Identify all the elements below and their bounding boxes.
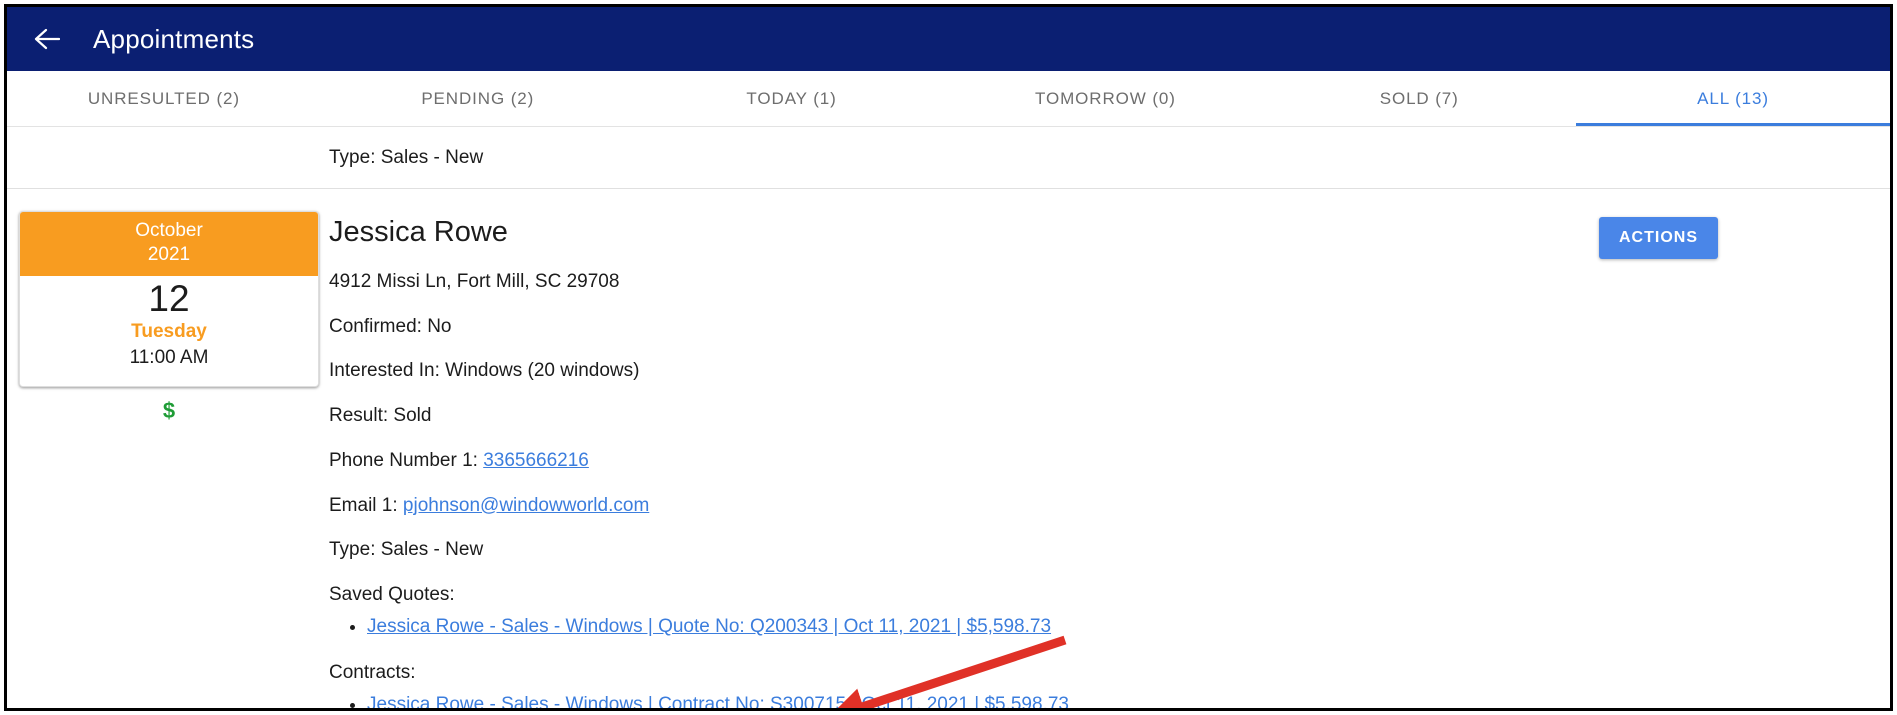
date-card-body: 12 Tuesday 11:00 AM bbox=[20, 275, 318, 386]
appointments-window: Appointments UNRESULTED (2) PENDING (2) … bbox=[4, 4, 1893, 711]
customer-address: 4912 Missi Ln, Fort Mill, SC 29708 bbox=[329, 270, 620, 292]
tab-tomorrow[interactable]: TOMORROW (0) bbox=[948, 71, 1262, 126]
phone-number-row: Phone Number 1: 3365666216 bbox=[329, 449, 1575, 473]
phone-number-link[interactable]: 3365666216 bbox=[483, 450, 589, 471]
contracts-list: Jessica Rowe - Sales - Windows | Contrac… bbox=[329, 691, 1575, 708]
list-item: Jessica Rowe - Sales - Windows | Contrac… bbox=[367, 691, 1575, 708]
saved-quote-link[interactable]: Jessica Rowe - Sales - Windows | Quote N… bbox=[367, 616, 1051, 637]
tab-sold[interactable]: SOLD (7) bbox=[1262, 71, 1576, 126]
dollar-icon[interactable]: $ bbox=[19, 398, 319, 424]
appointment-type: Type: Sales - New bbox=[329, 539, 484, 561]
previous-appointment-type: Type: Sales - New bbox=[7, 127, 1890, 189]
date-time: 11:00 AM bbox=[129, 346, 209, 368]
appointment-row: October 2021 12 Tuesday 11:00 AM $ Jessi… bbox=[7, 189, 1890, 708]
page-title: Appointments bbox=[93, 23, 255, 54]
email-link[interactable]: pjohnson@windowworld.com bbox=[403, 495, 649, 516]
date-year: 2021 bbox=[147, 243, 191, 265]
back-button[interactable] bbox=[25, 17, 69, 61]
app-header: Appointments bbox=[7, 7, 1890, 71]
result-status: Result: Sold bbox=[329, 405, 432, 427]
email-label: Email 1: bbox=[329, 494, 403, 516]
contracts-label: Contracts: bbox=[329, 662, 416, 684]
saved-quotes-label: Saved Quotes: bbox=[329, 584, 455, 606]
contract-link[interactable]: Jessica Rowe - Sales - Windows | Contrac… bbox=[367, 694, 1069, 708]
confirmed-status: Confirmed: No bbox=[329, 315, 452, 337]
date-day: 12 bbox=[148, 277, 190, 319]
date-card[interactable]: October 2021 12 Tuesday 11:00 AM bbox=[19, 211, 319, 387]
interested-in: Interested In: Windows (20 windows) bbox=[329, 360, 640, 382]
email-row: Email 1: pjohnson@windowworld.com bbox=[329, 494, 1575, 518]
actions-button[interactable]: ACTIONS bbox=[1599, 217, 1718, 259]
appointment-details: Jessica Rowe 4912 Missi Ln, Fort Mill, S… bbox=[329, 211, 1599, 708]
date-card-header: October 2021 bbox=[20, 212, 318, 276]
saved-quotes-list: Jessica Rowe - Sales - Windows | Quote N… bbox=[329, 613, 1575, 641]
tab-all[interactable]: ALL (13) bbox=[1576, 71, 1890, 126]
arrow-left-icon bbox=[34, 28, 60, 50]
customer-name: Jessica Rowe bbox=[329, 216, 508, 248]
previous-appointment-type-label: Type: Sales - New bbox=[329, 146, 484, 168]
tab-bar: UNRESULTED (2) PENDING (2) TODAY (1) TOM… bbox=[7, 71, 1890, 127]
appointment-date-column: October 2021 12 Tuesday 11:00 AM $ bbox=[7, 211, 329, 708]
tab-unresulted[interactable]: UNRESULTED (2) bbox=[7, 71, 321, 126]
date-weekday: Tuesday bbox=[131, 321, 207, 343]
tab-pending[interactable]: PENDING (2) bbox=[321, 71, 635, 126]
date-month: October bbox=[135, 220, 203, 241]
phone-number-label: Phone Number 1: bbox=[329, 449, 484, 471]
list-item: Jessica Rowe - Sales - Windows | Quote N… bbox=[367, 613, 1575, 641]
appointment-actions-column: ACTIONS bbox=[1599, 211, 1890, 708]
tab-today[interactable]: TODAY (1) bbox=[635, 71, 949, 126]
